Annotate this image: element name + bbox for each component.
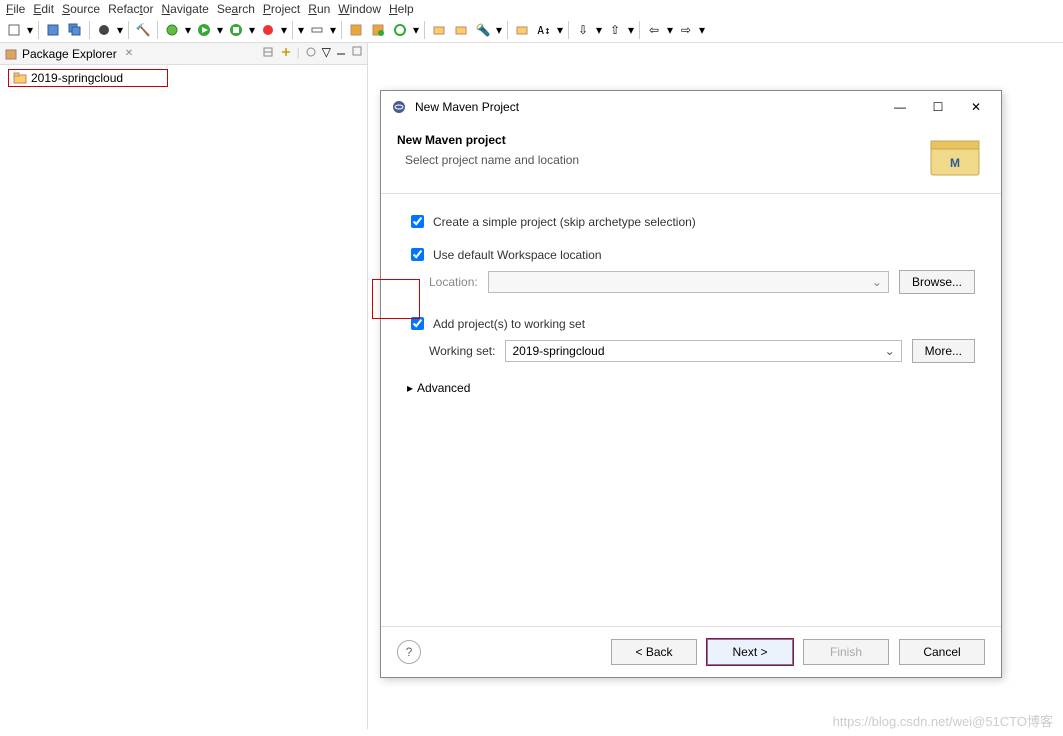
help-button[interactable]: ? — [397, 640, 421, 664]
prev-annotation-icon[interactable]: ⇧ — [605, 20, 625, 40]
maximize-view-icon[interactable] — [351, 45, 363, 62]
new-maven-project-dialog: New Maven Project — ☐ ✕ New Maven projec… — [380, 90, 1002, 678]
save-icon[interactable] — [43, 20, 63, 40]
dropdown-icon[interactable]: ▾ — [666, 23, 674, 37]
package-icon — [4, 47, 18, 61]
menu-help[interactable]: Help — [389, 2, 414, 16]
project-tree-item[interactable]: 2019-springcloud — [8, 69, 168, 87]
dropdown-icon[interactable]: ▾ — [329, 23, 337, 37]
new-class-icon[interactable] — [368, 20, 388, 40]
banner-subtitle: Select project name and location — [405, 153, 925, 167]
dropdown-icon[interactable]: ▾ — [184, 23, 192, 37]
dropdown-icon[interactable]: ▾ — [116, 23, 124, 37]
dialog-title: New Maven Project — [415, 100, 877, 114]
working-set-label: Working set: — [429, 344, 495, 358]
dialog-footer: ? < Back Next > Finish Cancel — [381, 626, 1001, 677]
simple-project-checkbox[interactable] — [411, 215, 424, 228]
open-folder-icon[interactable] — [451, 20, 471, 40]
next-annotation-icon[interactable]: ⇩ — [573, 20, 593, 40]
maximize-button[interactable]: ☐ — [923, 97, 953, 117]
working-set-combo[interactable]: 2019-springcloud⌄ — [505, 340, 901, 362]
package-explorer-header: Package Explorer ✕ | ▽ — [0, 43, 367, 65]
dropdown-icon[interactable]: ▾ — [412, 23, 420, 37]
expand-triangle-icon: ▸ — [407, 381, 413, 395]
dialog-content: Create a simple project (skip archetype … — [381, 194, 1001, 626]
dropdown-icon[interactable]: ▾ — [216, 23, 224, 37]
menu-file[interactable]: FFileile — [6, 2, 25, 16]
menu-run[interactable]: Run — [308, 2, 330, 16]
close-button[interactable]: ✕ — [961, 97, 991, 117]
toolbar: ▾ ▾ 🔨 ▾ ▾ ▾ ▾ ▾ ▾ ▾ 🔦 ▾ A↕ ▾ ⇩ ▾ ⇧ ▾ ⇦ ▾… — [0, 18, 1063, 43]
more-button[interactable]: More... — [912, 339, 975, 363]
location-combo: ⌄ — [488, 271, 889, 293]
view-menu-icon[interactable]: ▽ — [322, 45, 331, 62]
link-icon[interactable] — [307, 20, 327, 40]
finish-button: Finish — [803, 639, 889, 665]
menu-refactor[interactable]: Refactor — [108, 2, 153, 16]
package-explorer-title: Package Explorer — [22, 47, 117, 61]
default-workspace-checkbox[interactable] — [411, 248, 424, 261]
forward-icon[interactable]: ⇨ — [676, 20, 696, 40]
back-icon[interactable]: ⇦ — [644, 20, 664, 40]
menu-window[interactable]: Window — [338, 2, 381, 16]
dropdown-icon[interactable]: ▾ — [595, 23, 603, 37]
search-icon[interactable]: 🔦 — [473, 20, 493, 40]
dropdown-icon[interactable]: ▾ — [297, 23, 305, 37]
working-set-checkbox[interactable] — [411, 317, 424, 330]
browse-button[interactable]: Browse... — [899, 270, 975, 294]
dialog-banner: New Maven project Select project name an… — [381, 123, 1001, 194]
new-package-icon[interactable] — [346, 20, 366, 40]
minimize-view-icon[interactable] — [335, 45, 347, 62]
default-workspace-label: Use default Workspace location — [433, 248, 602, 262]
banner-title: New Maven project — [397, 133, 925, 147]
menu-project[interactable]: Project — [263, 2, 300, 16]
dropdown-icon[interactable]: ▾ — [26, 23, 34, 37]
debug-icon[interactable] — [162, 20, 182, 40]
menu-bar: FFileile Edit Source Refactor Navigate S… — [0, 0, 1063, 18]
menu-source[interactable]: Source — [62, 2, 100, 16]
run-icon[interactable] — [194, 20, 214, 40]
open-type-icon[interactable] — [429, 20, 449, 40]
advanced-expander[interactable]: ▸ Advanced — [407, 381, 975, 395]
close-view-icon[interactable]: ✕ — [125, 48, 133, 59]
save-all-icon[interactable] — [65, 20, 85, 40]
open-task-icon[interactable] — [512, 20, 532, 40]
dropdown-icon[interactable]: ▾ — [280, 23, 288, 37]
workingset-folder-icon — [13, 71, 27, 85]
simple-project-label: Create a simple project (skip archetype … — [433, 215, 696, 229]
minimize-button[interactable]: — — [885, 97, 915, 117]
new-icon[interactable] — [4, 20, 24, 40]
advanced-label: Advanced — [417, 381, 470, 395]
eclipse-icon — [391, 99, 407, 115]
working-set-checkbox-label: Add project(s) to working set — [433, 317, 585, 331]
dropdown-icon[interactable]: ▾ — [495, 23, 503, 37]
link-editor-icon[interactable] — [279, 45, 293, 62]
next-button[interactable]: Next > — [707, 639, 793, 665]
coverage-icon[interactable] — [226, 20, 246, 40]
svg-text:M: M — [950, 156, 960, 170]
dropdown-icon[interactable]: ▾ — [248, 23, 256, 37]
watermark-text: https://blog.csdn.net/wei@51CTO博客 — [833, 711, 1053, 730]
focus-task-icon[interactable] — [304, 45, 318, 62]
collapse-all-icon[interactable] — [261, 45, 275, 62]
refresh-icon[interactable] — [390, 20, 410, 40]
back-button[interactable]: < Back — [611, 639, 697, 665]
build-icon[interactable] — [94, 20, 114, 40]
dialog-titlebar[interactable]: New Maven Project — ☐ ✕ — [381, 91, 1001, 123]
dropdown-icon[interactable]: ▾ — [627, 23, 635, 37]
cancel-button[interactable]: Cancel — [899, 639, 985, 665]
menu-navigate[interactable]: Navigate — [161, 2, 208, 16]
font-toggle-icon[interactable]: A↕ — [534, 20, 554, 40]
external-tools-icon[interactable] — [258, 20, 278, 40]
maven-wizard-icon: M — [925, 133, 985, 183]
package-explorer-view: Package Explorer ✕ | ▽ 2019-springcloud — [0, 43, 368, 729]
working-set-value: 2019-springcloud — [512, 344, 604, 358]
hammer-icon[interactable]: 🔨 — [133, 20, 153, 40]
dropdown-icon[interactable]: ▾ — [698, 23, 706, 37]
menu-search[interactable]: Search — [217, 2, 255, 16]
menu-edit[interactable]: Edit — [33, 2, 54, 16]
location-label: Location: — [429, 275, 478, 289]
dropdown-icon[interactable]: ▾ — [556, 23, 564, 37]
project-name: 2019-springcloud — [31, 71, 123, 85]
